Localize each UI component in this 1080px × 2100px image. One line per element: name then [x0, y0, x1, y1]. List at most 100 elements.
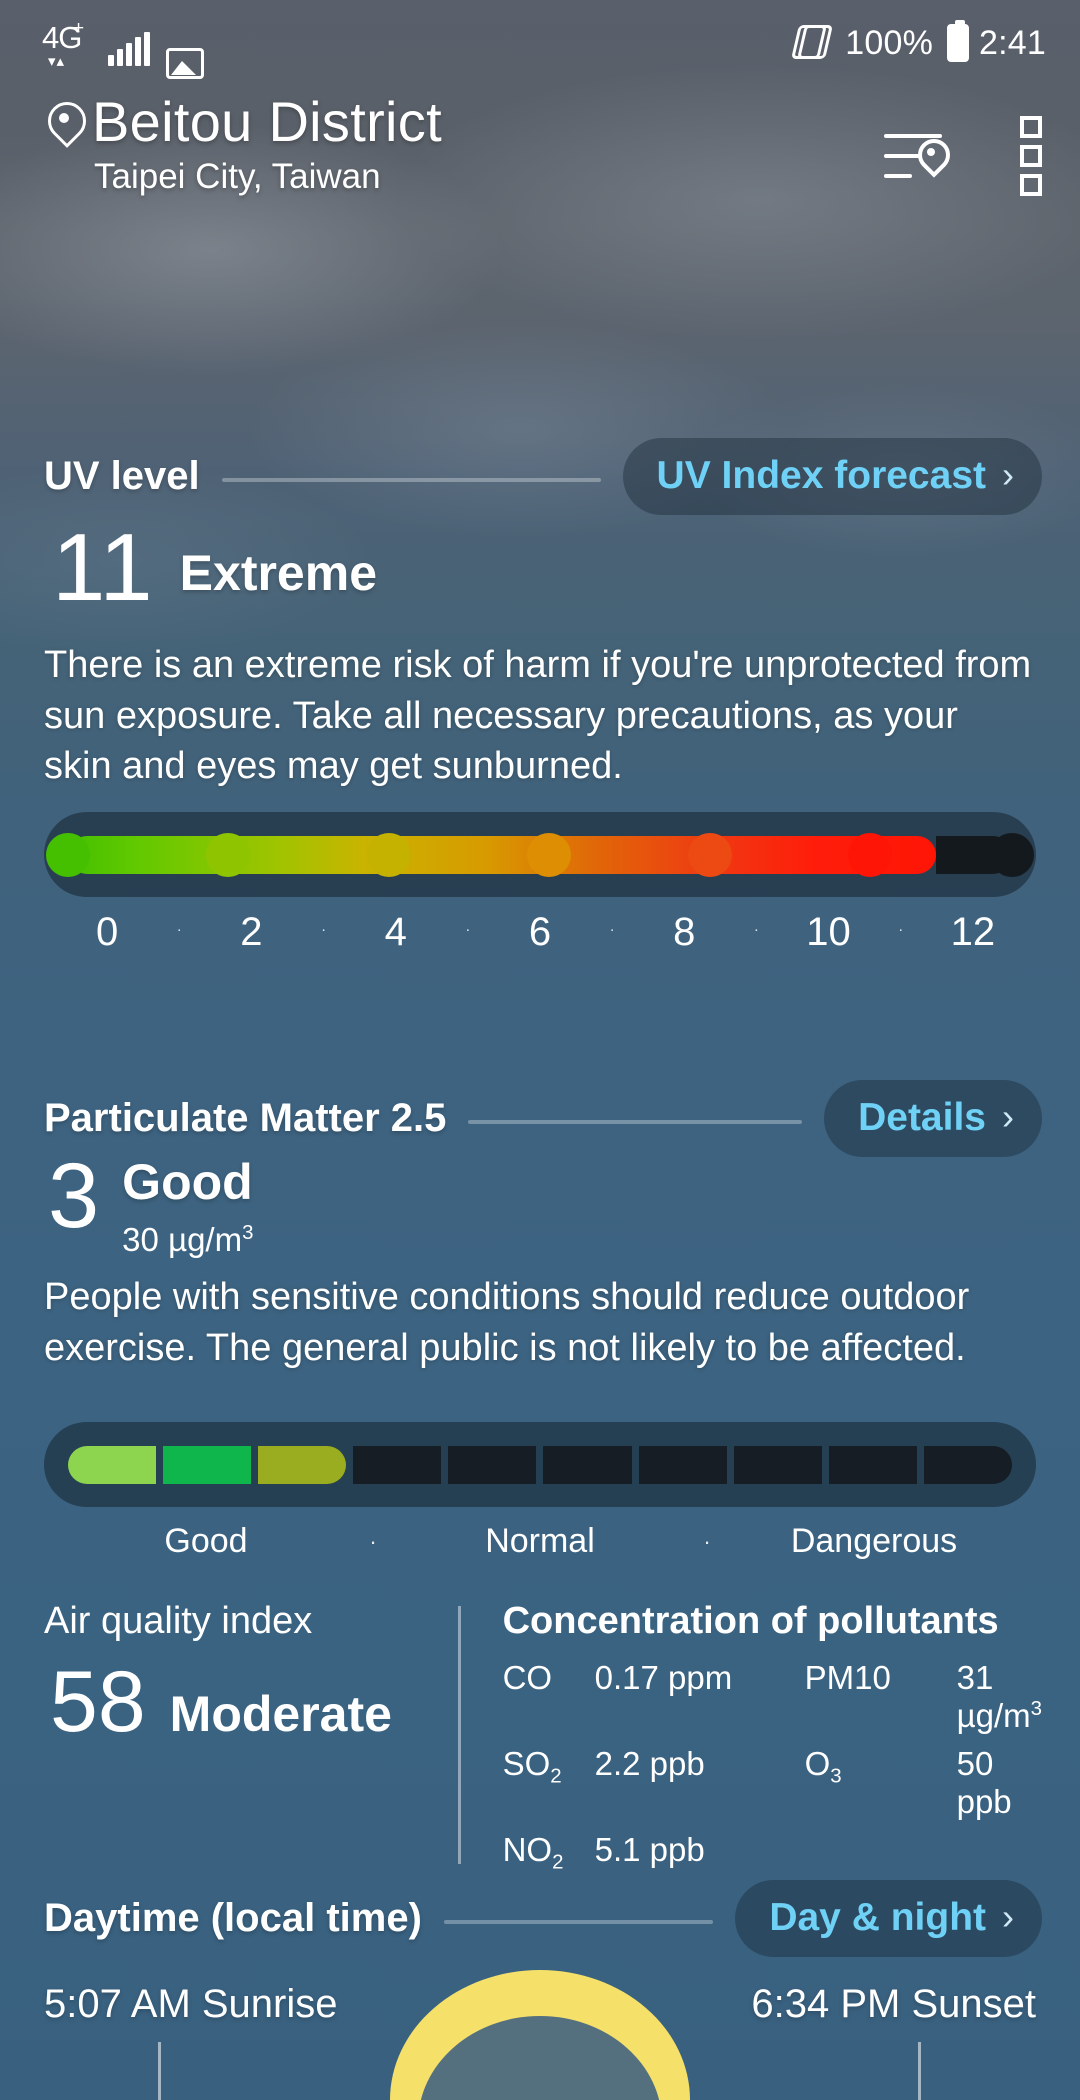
uv-minor-tick: · — [898, 921, 904, 938]
air-quality-index-title: Air quality index — [44, 1600, 313, 1642]
pollutant-name — [805, 1831, 957, 1874]
sunrise-label: 5:07 AM Sunrise — [44, 1982, 338, 2026]
pm25-value: 3 — [48, 1145, 101, 1247]
pm25-section-title: Particulate Matter 2.5 — [44, 1096, 447, 1140]
uv-minor-tick: · — [465, 921, 471, 938]
pm25-scale-segment — [163, 1445, 252, 1484]
uv-minor-tick: · — [753, 921, 759, 938]
clock-label: 2:41 — [979, 23, 1046, 62]
uv-scale-track — [46, 833, 1034, 877]
uv-tick-label: 12 — [950, 910, 996, 954]
locations-list-icon[interactable] — [884, 128, 946, 184]
uv-minor-tick: · — [176, 921, 182, 938]
uv-scale-dot — [687, 833, 732, 877]
pm25-scale-dot: · — [369, 1528, 377, 1554]
uv-level-label: Extreme — [179, 545, 377, 602]
pollutant-value: 5.1 ppb — [594, 1830, 705, 1868]
page-subtitle: Taipei City, Taiwan — [94, 157, 381, 197]
pm25-details-label: Details — [858, 1096, 986, 1139]
uv-scale-fill — [68, 836, 937, 874]
vertical-divider — [457, 1606, 461, 1864]
battery-icon — [947, 20, 970, 62]
uv-scale-dot — [366, 833, 411, 877]
pm25-scale-segment — [258, 1445, 347, 1484]
pollutant-name: PM10 — [804, 1659, 891, 1696]
uv-scale-dot — [848, 833, 893, 877]
daytime-header-rule — [443, 1919, 714, 1924]
sunset-tick — [918, 2042, 921, 2100]
pm25-header-rule — [468, 1119, 803, 1124]
pm25-scale-bar — [44, 1422, 1036, 1507]
battery-percent-label: 100% — [845, 23, 934, 62]
uv-scale-ticks: 0 · 2 · 4 · 6 · 8 · 10 · 12 — [44, 910, 1036, 955]
uv-value: 11 — [52, 514, 154, 621]
air-quality-index-row: 58 Moderate — [44, 1659, 458, 1745]
day-and-night-label: Day & night — [769, 1896, 986, 1939]
weather-app-screen: 4G + ▾▴ 100% 2:41 Beitou District Taipei… — [0, 0, 1080, 2100]
screenshot-icon — [166, 48, 204, 79]
uv-value-row: 11 Extreme — [52, 514, 377, 621]
4g-plus-icon: 4G + ▾▴ — [42, 19, 92, 78]
sunset-label: 6:34 PM Sunset — [751, 1982, 1036, 2026]
pm25-scale-label-dangerous: Dangerous — [790, 1522, 958, 1560]
page-title: Beitou District — [92, 90, 442, 153]
uv-header-rule — [221, 477, 601, 482]
status-bar-right: 100% 2:41 — [791, 20, 1046, 64]
pm25-scale-segment — [733, 1445, 822, 1484]
pollutant-value: 0.17 ppm — [594, 1659, 733, 1696]
uv-section-title: UV level — [44, 454, 200, 498]
pm25-concentration-unit: µg/m — [168, 1220, 243, 1258]
daytime-section-title: Daytime (local time) — [44, 1896, 422, 1940]
sunrise-tick — [158, 2042, 161, 2100]
uv-tick-label: 6 — [528, 910, 552, 954]
pollutant-name: CO — [502, 1659, 553, 1696]
chevron-right-icon: › — [1002, 1096, 1014, 1137]
pollutants-title: Concentration of pollutants — [502, 1600, 999, 1642]
pm25-scale-label-normal: Normal — [485, 1522, 595, 1560]
uv-tick-label: 2 — [240, 910, 263, 954]
pollutant-value — [957, 1831, 1042, 1874]
pm25-scale-segment — [923, 1445, 1012, 1484]
day-and-night-button[interactable]: Day & night › — [735, 1880, 1042, 1957]
pollutant-name: O3 — [804, 1744, 842, 1788]
pm25-concentration-value: 30 — [122, 1220, 159, 1258]
pollutants-table: CO 0.17 ppm PM10 31 µg/m3 SO2 2.2 ppb O3 50 ppb… — [503, 1659, 1042, 1874]
uv-tick-label: 10 — [806, 910, 851, 954]
location-block: Beitou District Taipei City, Taiwan — [44, 92, 442, 197]
air-quality-index-value: 58 — [50, 1654, 146, 1750]
data-arrows-icon: ▾▴ — [48, 53, 66, 70]
air-quality-index-level: Moderate — [169, 1686, 392, 1742]
app-header: Beitou District Taipei City, Taiwan — [0, 92, 1080, 197]
uv-minor-tick: · — [609, 921, 615, 938]
air-quality-index-panel: Air quality index 58 Moderate — [44, 1600, 458, 1874]
pollutant-name: SO2 — [502, 1744, 562, 1788]
more-options-icon[interactable] — [1018, 116, 1044, 196]
pm25-scale-segment — [353, 1445, 442, 1484]
pm25-details-button[interactable]: Details › — [824, 1080, 1042, 1157]
pollutants-panel: Concentration of pollutants CO 0.17 ppm PM… — [503, 1600, 1042, 1874]
uv-scale-dot — [206, 833, 251, 877]
air-quality-block: Air quality index 58 Moderate Concentrat… — [44, 1600, 1042, 1874]
uv-index-forecast-label: UV Index forecast — [656, 454, 986, 497]
pollutant-value: 2.2 ppb — [594, 1744, 705, 1782]
pm25-scale-segment — [828, 1445, 917, 1484]
pm25-scale-segment — [638, 1445, 727, 1484]
pm25-description: People with sensitive conditions should … — [44, 1276, 970, 1369]
uv-scale-dot — [46, 833, 90, 877]
uv-tick-label: 4 — [384, 910, 407, 954]
location-pin-icon — [44, 102, 84, 154]
signal-bars-icon — [108, 32, 150, 66]
chevron-right-icon: › — [1002, 454, 1014, 495]
status-bar-left: 4G + ▾▴ — [42, 19, 204, 79]
uv-index-forecast-button[interactable]: UV Index forecast › — [622, 438, 1042, 515]
pm25-scale-segment — [448, 1445, 537, 1484]
uv-scale-end-cap — [990, 833, 1034, 877]
pm25-section-header: Particulate Matter 2.5 Details › — [44, 1080, 1042, 1157]
uv-section-header: UV level UV Index forecast › — [44, 438, 1042, 515]
pm25-value-row: 3 Good 30 µg/m3 — [48, 1148, 253, 1259]
pm25-scale-label-good: Good — [164, 1522, 248, 1560]
pollutant-value: 31 µg/m3 — [956, 1659, 1042, 1734]
pm25-concentration-exponent: 3 — [242, 1220, 254, 1244]
status-bar: 4G + ▾▴ 100% 2:41 — [0, 0, 1080, 92]
pollutant-value: 50 ppb — [956, 1744, 1012, 1820]
